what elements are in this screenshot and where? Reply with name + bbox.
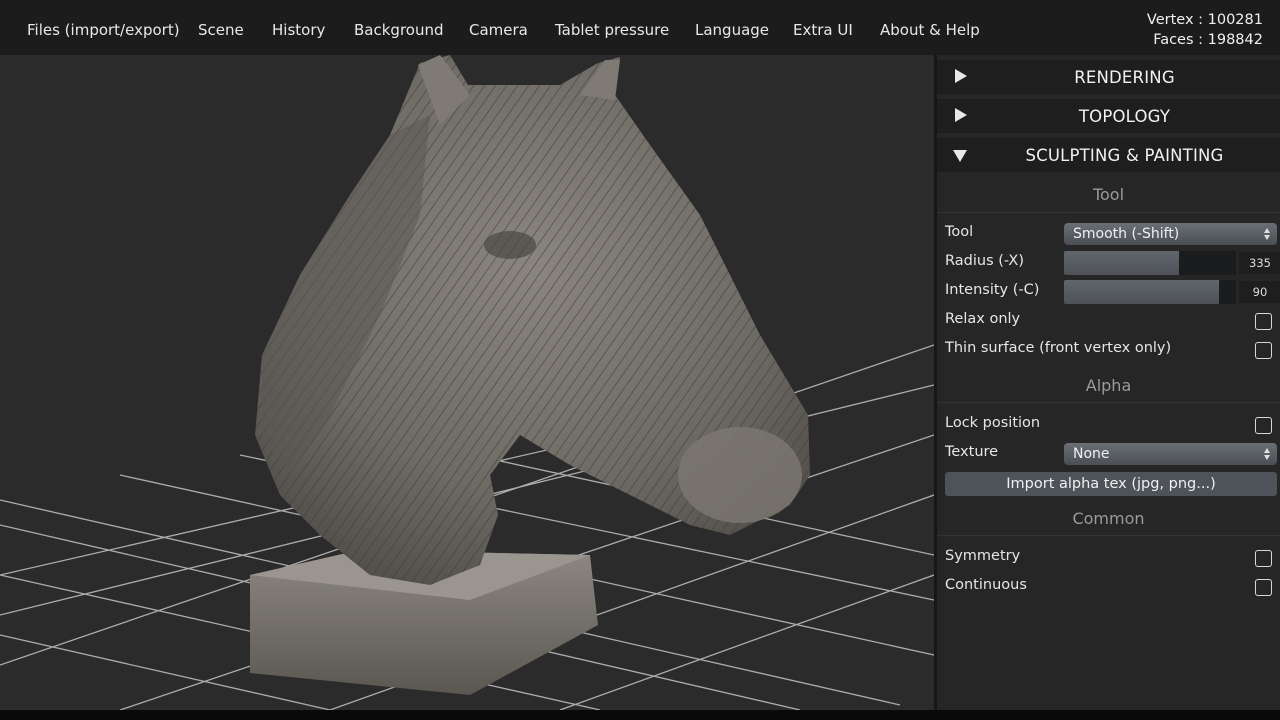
import-alpha-button[interactable]: Import alpha tex (jpg, png...): [945, 472, 1277, 496]
intensity-slider[interactable]: [1064, 280, 1236, 304]
menu-tablet-pressure[interactable]: Tablet pressure: [555, 21, 669, 39]
thin-surface-label: Thin surface (front vertex only): [945, 340, 1172, 356]
relax-only-label: Relax only: [945, 311, 1021, 327]
texture-select-value: None: [1073, 446, 1110, 462]
relax-only-checkbox[interactable]: [1255, 313, 1272, 330]
intensity-value[interactable]: 90: [1239, 281, 1280, 303]
radius-slider[interactable]: [1064, 251, 1236, 275]
tool-group-title: Tool: [1092, 185, 1125, 204]
bottom-strip: [0, 710, 1280, 720]
menu-scene[interactable]: Scene: [198, 21, 244, 39]
tool-select[interactable]: Smooth (-Shift): [1064, 223, 1277, 245]
menu-extra-ui[interactable]: Extra UI: [793, 21, 853, 39]
select-arrows-icon: [1264, 448, 1271, 460]
radius-slider-fill: [1064, 251, 1180, 275]
viewport-3d[interactable]: [0, 55, 934, 710]
menu-about-help[interactable]: About & Help: [880, 21, 980, 39]
select-arrows-icon: [1264, 228, 1271, 240]
tool-select-value: Smooth (-Shift): [1073, 226, 1180, 242]
section-rendering[interactable]: RENDERING: [937, 60, 1280, 94]
continuous-label: Continuous: [945, 577, 1027, 593]
intensity-slider-fill: [1064, 280, 1219, 304]
tool-label: Tool: [945, 224, 974, 240]
mesh-stats: Vertex : 100281 Faces : 198842: [1147, 10, 1263, 50]
divider: [937, 212, 1280, 213]
continuous-checkbox[interactable]: [1255, 579, 1272, 596]
lock-position-label: Lock position: [945, 415, 1041, 431]
divider: [937, 535, 1280, 536]
divider: [937, 402, 1280, 403]
menu-language[interactable]: Language: [695, 21, 769, 39]
sculpture-model[interactable]: [250, 55, 810, 695]
radius-label: Radius (-X): [945, 253, 1024, 269]
menu-history[interactable]: History: [272, 21, 325, 39]
symmetry-label: Symmetry: [945, 548, 1021, 564]
section-rendering-label: RENDERING: [1074, 68, 1175, 87]
menu-camera[interactable]: Camera: [469, 21, 528, 39]
lock-position-checkbox[interactable]: [1255, 417, 1272, 434]
texture-label: Texture: [945, 444, 999, 460]
section-sculpting-painting[interactable]: SCULPTING & PAINTING: [937, 138, 1280, 172]
menu-background[interactable]: Background: [354, 21, 444, 39]
side-panel: RENDERING TOPOLOGY SCULPTING & PAINTING …: [934, 55, 1280, 710]
radius-value[interactable]: 335: [1239, 252, 1280, 274]
alpha-group-title: Alpha: [1085, 376, 1132, 395]
common-group-title: Common: [1072, 509, 1145, 528]
thin-surface-checkbox[interactable]: [1255, 342, 1272, 359]
section-topology-label: TOPOLOGY: [1078, 107, 1171, 126]
faces-count: Faces : 198842: [1153, 32, 1263, 48]
symmetry-checkbox[interactable]: [1255, 550, 1272, 567]
section-topology[interactable]: TOPOLOGY: [937, 99, 1280, 133]
texture-select[interactable]: None: [1064, 443, 1277, 465]
top-menu-bar: Files (import/export) Scene History Back…: [0, 0, 1280, 55]
menu-files[interactable]: Files (import/export): [27, 21, 180, 39]
viewport-canvas[interactable]: [0, 55, 934, 710]
intensity-label: Intensity (-C): [945, 282, 1040, 298]
vertex-count: Vertex : 100281: [1146, 12, 1263, 28]
section-sculpting-label: SCULPTING & PAINTING: [1025, 146, 1224, 165]
